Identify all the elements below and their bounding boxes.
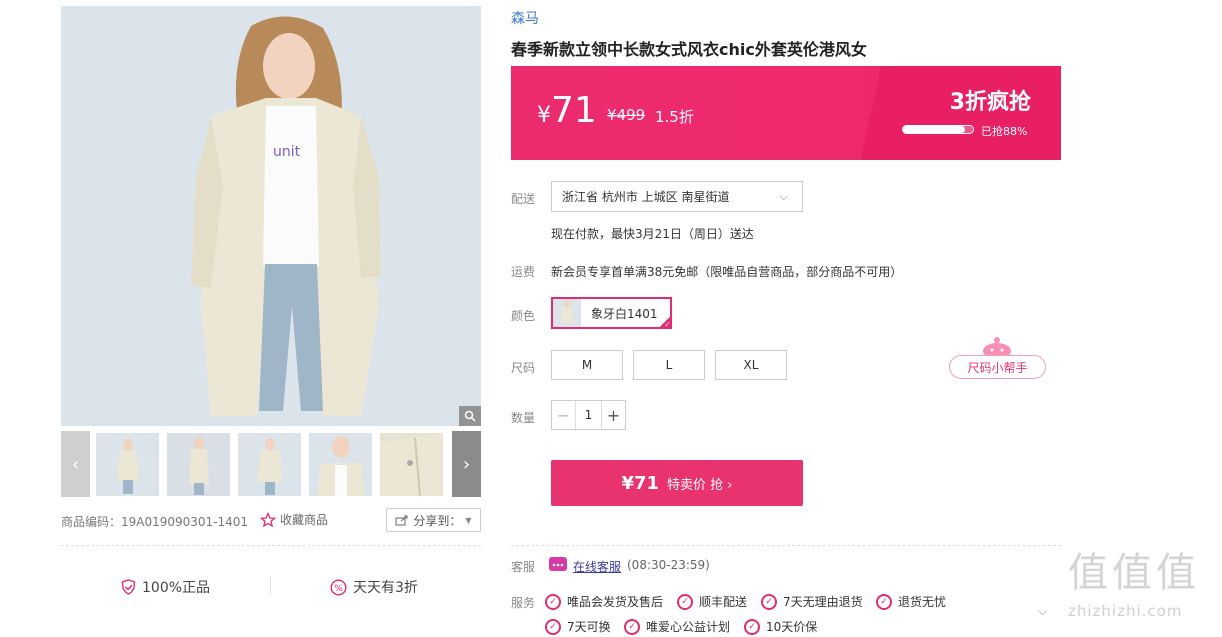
- thumb-next-button[interactable]: ›: [452, 431, 481, 497]
- check-circle-icon: ✓: [677, 593, 693, 610]
- thumbnail[interactable]: [309, 433, 372, 496]
- shirt-print: unit: [273, 144, 301, 160]
- guarantee-label: 天天有3折: [353, 580, 418, 596]
- watermark-logo: 值值值: [1068, 550, 1200, 596]
- address-value: 浙江省 杭州市 上城区 南星街道: [562, 190, 730, 204]
- product-meta-row: 商品编码：19A019090301-1401 收藏商品 分享到： ▼: [61, 508, 481, 532]
- sold-progress-fill: [903, 126, 965, 133]
- size-label: 尺码: [511, 361, 536, 375]
- share-dropdown[interactable]: 分享到： ▼: [386, 508, 481, 532]
- color-label: 颜色: [511, 309, 536, 323]
- discount-rate: 1.5折: [655, 108, 694, 126]
- size-helper-button[interactable]: 尺码小帮手: [949, 336, 1046, 380]
- service-item: ✓ 唯爱心公益计划: [624, 618, 730, 635]
- model-photo: unit: [61, 6, 481, 426]
- buy-label: 特卖价 抢 ›: [667, 477, 733, 493]
- service-item: ✓ 7天无理由退货: [761, 593, 863, 610]
- selected-check-icon: ✓: [658, 315, 672, 329]
- buy-price: ¥71: [621, 472, 660, 494]
- size-option-l[interactable]: L: [633, 350, 705, 380]
- color-thumbnail: [553, 299, 581, 327]
- main-product-image[interactable]: unit: [61, 6, 481, 426]
- quantity-stepper: − 1 +: [551, 400, 626, 430]
- size-option-m[interactable]: M: [551, 350, 623, 380]
- service-label: 7天无理由退货: [783, 595, 863, 609]
- services-expand-icon[interactable]: ⌵: [1038, 604, 1047, 619]
- star-icon: [260, 511, 276, 527]
- divider: [511, 545, 1061, 546]
- size-helper-label: 尺码小帮手: [949, 355, 1046, 379]
- delivery-eta: 现在付款，最快3月21日（周日）送达: [551, 227, 754, 241]
- chat-icon: [549, 557, 567, 571]
- check-circle-icon: ✓: [624, 618, 640, 635]
- service-item: ✓ 顺丰配送: [677, 593, 747, 610]
- guarantee-discount: % 天天有3折: [330, 576, 418, 598]
- favorite-button[interactable]: 收藏商品: [260, 511, 328, 528]
- guarantee-label: 100%正品: [142, 580, 211, 596]
- service-item: ✓ 唯品会发货及售后: [545, 593, 663, 610]
- shield-icon: [121, 579, 136, 595]
- sold-progress-text: 已抢88%: [981, 125, 1028, 138]
- original-price: ¥499: [607, 106, 646, 124]
- service-label: 10天价保: [766, 620, 818, 634]
- watermark: 值值值 zhizhizhi.com: [1068, 548, 1218, 633]
- service-label: 唯品会发货及售后: [567, 595, 664, 609]
- flash-sale-title: 3折疯抢: [949, 90, 1031, 115]
- sku-code: 商品编码：19A019090301-1401: [61, 515, 249, 529]
- service-item: ✓ 7天可换: [545, 618, 611, 635]
- service-label: 退货无忧: [898, 595, 947, 609]
- online-service-link[interactable]: 在线客服: [573, 558, 621, 575]
- check-circle-icon: ✓: [744, 618, 760, 635]
- svg-text:%: %: [334, 584, 343, 594]
- customer-service-label: 客服: [511, 560, 536, 574]
- delivery-label: 配送: [511, 192, 536, 206]
- services-label: 服务: [511, 596, 536, 610]
- thumbnail[interactable]: [167, 433, 230, 496]
- service-item: ✓ 10天价保: [744, 618, 817, 635]
- chevron-down-icon: ⌵: [779, 190, 788, 203]
- color-option-label: 象牙白1401: [591, 306, 658, 321]
- divider: [270, 576, 271, 596]
- check-circle-icon: ✓: [545, 593, 561, 610]
- price-banner: ¥ 71 ¥499 1.5折 3折疯抢 已抢88%: [511, 66, 1061, 160]
- buy-button[interactable]: ¥71 特卖价 抢 ›: [551, 460, 803, 506]
- price-amount: 71: [551, 90, 597, 131]
- watermark-url: zhizhizhi.com: [1068, 602, 1183, 620]
- color-option-selected[interactable]: 象牙白1401 ✓: [551, 297, 672, 329]
- service-label: 唯爱心公益计划: [646, 620, 731, 634]
- currency-symbol: ¥: [537, 103, 551, 128]
- thumbnail[interactable]: [96, 433, 159, 496]
- chevron-down-icon: ▼: [465, 515, 472, 525]
- thumbnail[interactable]: [380, 433, 443, 496]
- thumb-prev-button[interactable]: ‹: [61, 431, 90, 497]
- service-hours: (08:30-23:59): [627, 558, 710, 572]
- service-label: 7天可换: [567, 620, 611, 634]
- quantity-minus-button[interactable]: −: [552, 401, 576, 429]
- check-circle-icon: ✓: [545, 618, 561, 635]
- size-option-xl[interactable]: XL: [715, 350, 787, 380]
- shipping-label: 运费: [511, 265, 536, 279]
- brand-link[interactable]: 森马: [511, 8, 539, 28]
- quantity-label: 数量: [511, 411, 536, 425]
- share-icon: [395, 515, 408, 526]
- guarantee-authentic: 100%正品: [121, 576, 210, 598]
- service-label: 顺丰配送: [699, 595, 748, 609]
- divider: [61, 545, 481, 546]
- check-circle-icon: ✓: [876, 593, 892, 610]
- sold-progress-bar: [902, 125, 974, 134]
- quantity-plus-button[interactable]: +: [601, 401, 625, 429]
- zoom-icon[interactable]: [459, 406, 481, 426]
- current-price: ¥ 71: [537, 90, 597, 131]
- check-circle-icon: ✓: [761, 593, 777, 610]
- address-select[interactable]: 浙江省 杭州市 上城区 南星街道 ⌵: [551, 181, 803, 212]
- shipping-text: 新会员专享首单满38元免邮（限唯品自营商品，部分商品不可用）: [551, 265, 903, 279]
- share-label: 分享到：: [413, 513, 462, 528]
- product-title: 春季新款立领中长款女式风衣chic外套英伦港风女: [511, 40, 867, 59]
- thumbnail[interactable]: [238, 433, 301, 496]
- quantity-value[interactable]: 1: [576, 401, 601, 429]
- thumbnail-strip: ‹ ›: [61, 431, 481, 497]
- favorite-label: 收藏商品: [280, 513, 329, 527]
- discount-icon: %: [330, 578, 347, 596]
- service-item: ✓ 退货无忧: [876, 593, 946, 610]
